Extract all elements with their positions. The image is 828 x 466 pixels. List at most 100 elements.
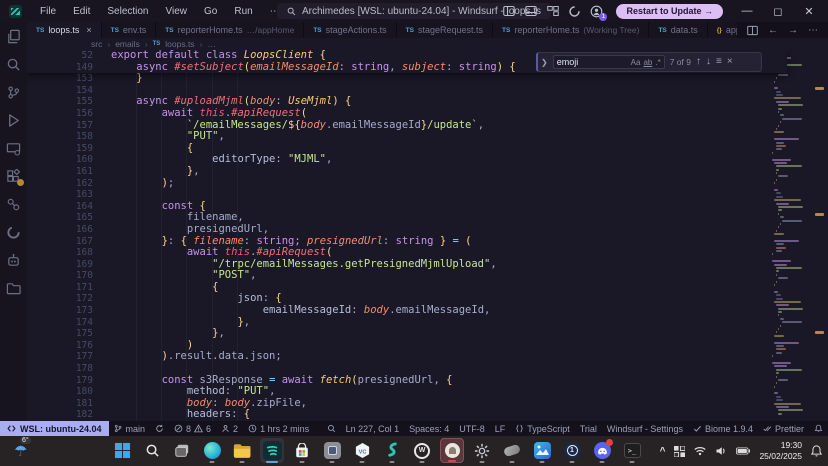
taskbar-mouse-icon[interactable] xyxy=(500,438,524,463)
menu-file[interactable]: File xyxy=(40,6,56,17)
tab-stageActions.ts[interactable]: TSstageActions.ts xyxy=(304,22,396,38)
menu-run[interactable]: Run xyxy=(234,6,252,17)
scrollbar[interactable] xyxy=(810,50,828,421)
notification-bell-icon[interactable] xyxy=(811,445,822,457)
taskbar-discord-icon[interactable] xyxy=(590,438,614,463)
taskbar-edge-icon[interactable] xyxy=(200,438,224,463)
taskbar-active-app-icon[interactable] xyxy=(440,438,464,463)
menu-edit[interactable]: Edit xyxy=(73,6,90,17)
tray-clock[interactable]: 19:30 25/02/2025 xyxy=(759,440,802,461)
code-line-162[interactable]: 162 ); xyxy=(27,178,787,190)
status-lf[interactable]: LF xyxy=(490,421,511,436)
find-in-selection-icon[interactable]: ≡ xyxy=(716,57,722,67)
status-remote[interactable]: WSL: ubuntu-24.04 xyxy=(0,421,109,436)
minimize-button[interactable]: — xyxy=(736,5,758,17)
toggle-replace-icon[interactable]: ❯ xyxy=(541,58,548,67)
files-icon[interactable] xyxy=(6,29,21,44)
breadcrumb-item[interactable]: emails xyxy=(115,39,140,49)
windsurf-app-icon[interactable] xyxy=(9,5,22,18)
taskbar-task-view-icon[interactable] xyxy=(170,438,194,463)
status-windsurf-settings[interactable]: Windsurf - Settings xyxy=(602,421,688,436)
code-editor[interactable]: 153 }154155 async #uploadMjml(body: UseM… xyxy=(27,50,828,421)
taskbar-windsurf-icon[interactable] xyxy=(260,438,284,463)
tab-reporterHome.ts[interactable]: TSreporterHome.ts(Working Tree) xyxy=(493,22,649,38)
breadcrumb[interactable]: src›emails›TSloops.ts›… xyxy=(27,38,768,50)
tray-expand-icon[interactable]: ^ xyxy=(660,446,666,457)
taskbar-photos-icon[interactable] xyxy=(530,438,554,463)
status-error[interactable]: 86 xyxy=(169,421,216,436)
volume-icon[interactable] xyxy=(715,446,727,456)
search-input[interactable]: emoji Aa ab .* xyxy=(553,55,665,69)
taskbar-explorer-icon[interactable] xyxy=(230,438,254,463)
restart-to-update-button[interactable]: Restart to Update → xyxy=(616,4,723,19)
status-sync[interactable] xyxy=(150,421,169,436)
close-button[interactable]: ✕ xyxy=(798,5,820,18)
regex-icon[interactable]: .* xyxy=(655,58,660,67)
status-bell[interactable] xyxy=(809,421,828,436)
toggle-panel-icon[interactable] xyxy=(524,5,537,18)
nav-back-icon[interactable]: ← xyxy=(768,25,778,36)
breadcrumb-item[interactable]: loops.ts xyxy=(165,39,194,49)
customize-layout-icon[interactable] xyxy=(546,5,559,18)
toggle-sidebar-icon[interactable] xyxy=(502,5,515,18)
menu-go[interactable]: Go xyxy=(204,6,217,17)
search-icon[interactable] xyxy=(6,57,21,72)
taskbar-start-icon[interactable] xyxy=(110,438,134,463)
ring-icon[interactable] xyxy=(568,5,581,18)
status-double-check[interactable]: Prettier xyxy=(758,421,809,436)
status-utf-8[interactable]: UTF-8 xyxy=(454,421,490,436)
status-person[interactable]: 2 xyxy=(216,421,243,436)
breadcrumb-item[interactable]: … xyxy=(207,39,216,49)
taskbar-search-icon[interactable] xyxy=(140,438,164,463)
account-icon[interactable]: 1 xyxy=(590,5,603,18)
breadcrumb-item[interactable]: src xyxy=(91,39,102,49)
folder-icon[interactable] xyxy=(6,281,21,296)
tab-data.ts[interactable]: TSdata.ts xyxy=(649,22,707,38)
taskbar-onepassword-icon[interactable]: 1 xyxy=(560,438,584,463)
ai-robot-icon[interactable] xyxy=(6,253,21,268)
status-history[interactable]: 1 hrs 2 mins xyxy=(243,421,314,436)
tab-loops.ts[interactable]: TSloops.ts× xyxy=(27,22,102,38)
next-match-icon[interactable]: ↓ xyxy=(706,57,711,67)
previous-match-icon[interactable]: ↑ xyxy=(696,57,701,67)
weather-widget[interactable]: ☂ 6° xyxy=(8,439,42,463)
browser-ring-icon[interactable] xyxy=(6,225,21,240)
menu-selection[interactable]: Selection xyxy=(107,6,148,17)
status-ln-227-col-1[interactable]: Ln 227, Col 1 xyxy=(341,421,405,436)
split-editor-icon[interactable] xyxy=(747,25,758,36)
whole-word-icon[interactable]: ab xyxy=(643,58,652,67)
remote-window-icon[interactable] xyxy=(6,141,21,156)
tab-env.ts[interactable]: TSenv.ts xyxy=(102,22,157,38)
more-actions-icon[interactable]: ⋯ xyxy=(808,25,818,36)
tray-grid-icon[interactable] xyxy=(674,446,685,457)
status-check[interactable]: Biome 1.9.4 xyxy=(688,421,758,436)
minimap[interactable] xyxy=(768,50,810,421)
status-spaces-4[interactable]: Spaces: 4 xyxy=(404,421,454,436)
match-case-icon[interactable]: Aa xyxy=(631,58,641,67)
taskbar-store-icon[interactable] xyxy=(290,438,314,463)
taskbar-shark-app-icon[interactable] xyxy=(380,438,404,463)
extensions-icon[interactable] xyxy=(6,169,21,184)
status-braces[interactable]: TypeScript xyxy=(510,421,575,436)
tab-stageRequest.ts[interactable]: TSstageRequest.ts xyxy=(397,22,493,38)
source-control-icon[interactable] xyxy=(6,85,21,100)
tab-reporterHome.ts[interactable]: TSreporterHome.ts…/appHome xyxy=(156,22,304,38)
nav-forward-icon[interactable]: → xyxy=(788,25,798,36)
ports-icon[interactable] xyxy=(6,197,21,212)
status-branch[interactable]: main xyxy=(109,421,151,436)
status-zoom[interactable] xyxy=(322,421,341,436)
taskbar-settings-icon[interactable] xyxy=(470,438,494,463)
taskbar-ring-app-icon[interactable]: W xyxy=(410,438,434,463)
code-line-177[interactable]: 177 ).result.data.json; xyxy=(27,351,787,363)
status-trial[interactable]: Trial xyxy=(575,421,602,436)
code-line-153[interactable]: 153 } xyxy=(27,73,787,85)
maximize-button[interactable]: ◻ xyxy=(767,5,789,18)
wifi-icon[interactable] xyxy=(694,446,706,456)
taskbar-system-app-icon[interactable] xyxy=(320,438,344,463)
close-find-icon[interactable]: × xyxy=(727,57,733,67)
taskbar-vc-app-icon[interactable]: VC xyxy=(350,438,374,463)
tab-app-manifest.json[interactable]: {}app-manifest.json xyxy=(708,22,737,38)
taskbar-terminal-icon[interactable]: >_ xyxy=(620,438,644,463)
code-line-182[interactable]: 182 headers: { xyxy=(27,409,787,421)
close-tab-icon[interactable]: × xyxy=(86,25,91,35)
